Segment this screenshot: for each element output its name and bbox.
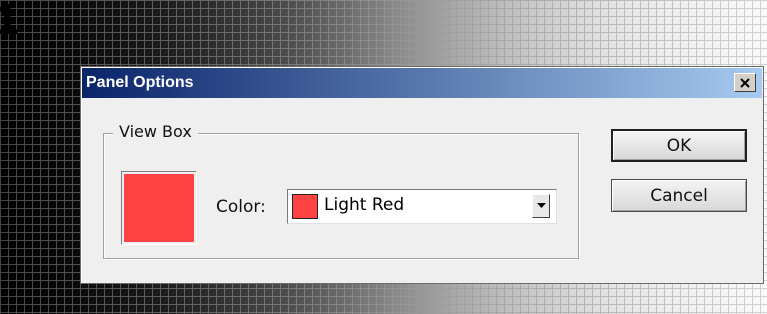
color-dropdown-value: Light Red: [324, 195, 405, 215]
dialog-title: Panel Options: [86, 74, 194, 91]
color-dropdown[interactable]: Light Red: [287, 189, 557, 224]
color-preview-fill: [124, 174, 194, 242]
panel-options-dialog: Panel Options View Box Color: Light Red …: [80, 66, 764, 284]
ok-button[interactable]: OK: [611, 129, 747, 162]
chevron-down-icon: [536, 203, 546, 208]
cancel-button[interactable]: Cancel: [611, 179, 747, 212]
dropdown-arrow-button[interactable]: [532, 194, 550, 218]
color-label: Color:: [216, 197, 266, 217]
close-icon: [740, 77, 750, 88]
color-chip: [292, 194, 318, 219]
view-box-legend: View Box: [113, 122, 198, 141]
background-digit: 1: [0, 0, 19, 44]
title-bar[interactable]: Panel Options: [82, 68, 762, 98]
color-preview-swatch: [121, 171, 197, 245]
close-button[interactable]: [734, 73, 756, 92]
